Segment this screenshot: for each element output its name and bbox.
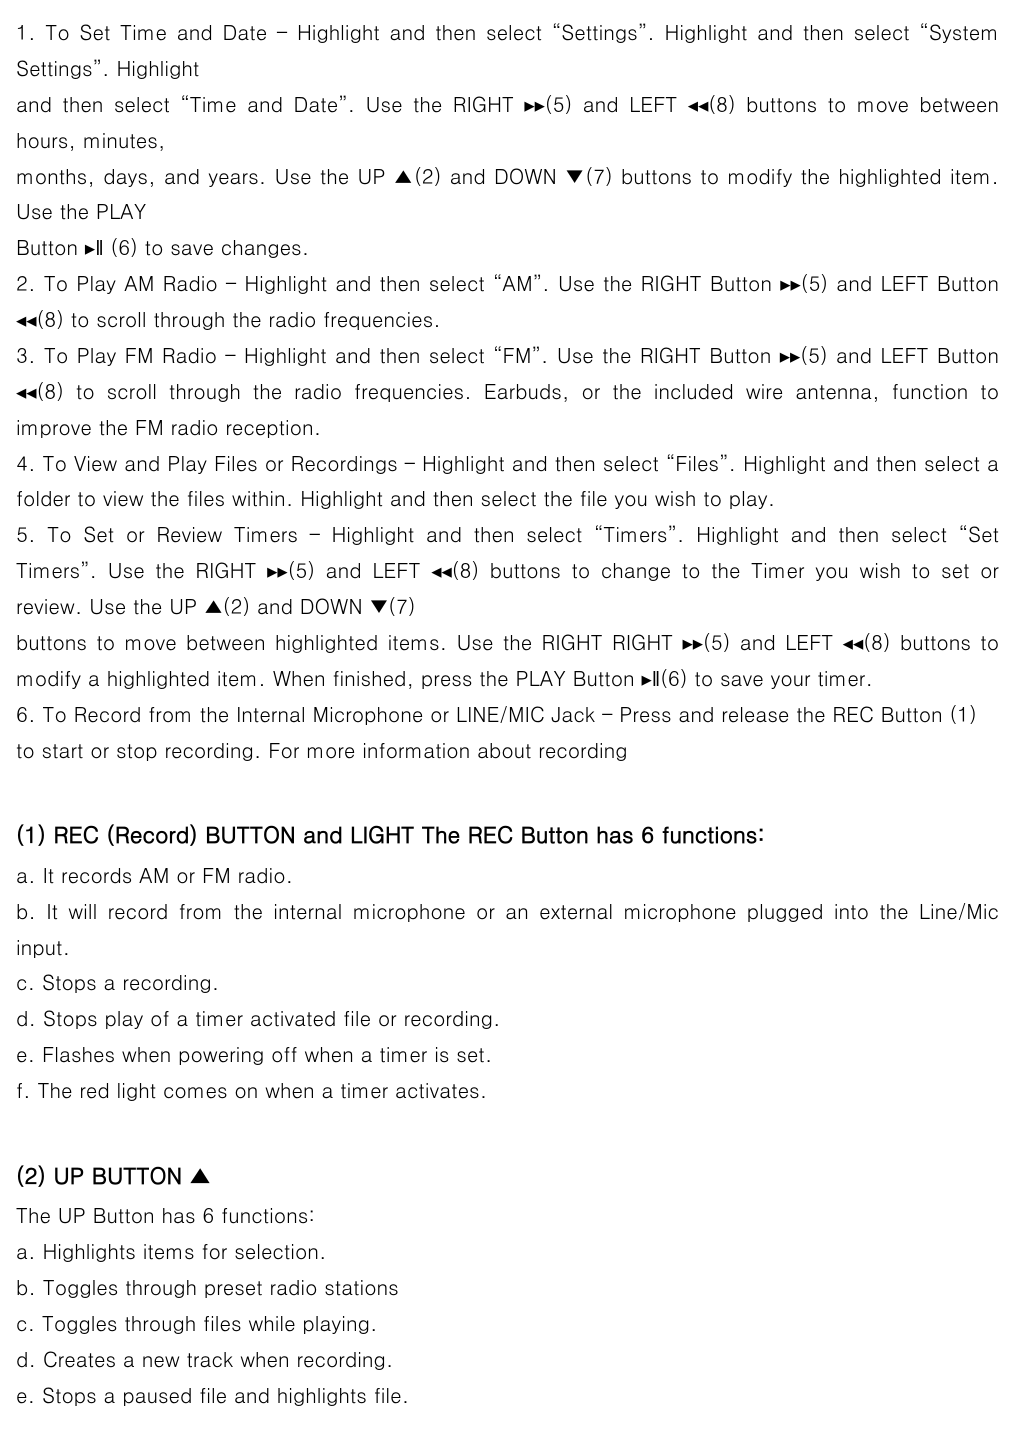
instruction-1-line2: and then select “Time and Date”. Use the… (16, 86, 999, 158)
instruction-1-line4: Button ▸‖ (6) to save changes. (16, 229, 999, 265)
instruction-6: 6. To Record from the Internal Microphon… (16, 696, 999, 768)
section-1-heading: (1) REC (Record) BUTTON and LIGHT The RE… (16, 815, 999, 854)
section-2-item-a: a. Highlights items for selection. (16, 1233, 999, 1269)
instruction-3: 3. To Play FM Radio – Highlight and then… (16, 337, 999, 445)
section-1-item-e: e. Flashes when powering off when a time… (16, 1036, 999, 1072)
section-2-item-e: e. Stops a paused file and highlights fi… (16, 1377, 999, 1413)
instruction-1-line1: 1. To Set Time and Date – Highlight and … (16, 14, 999, 86)
section-2-item-c: c. Toggles through files while playing. (16, 1305, 999, 1341)
section-1-item-c: c. Stops a recording. (16, 964, 999, 1000)
section-2-heading: (2) UP BUTTON ▲ (16, 1156, 999, 1195)
section-2-intro: The UP Button has 6 functions: (16, 1197, 999, 1233)
section-1-item-f: f. The red light comes on when a timer a… (16, 1072, 999, 1108)
section-2-item-d: d. Creates a new track when recording. (16, 1341, 999, 1377)
instruction-5-part1: 5. To Set or Review Timers – Highlight a… (16, 516, 999, 624)
spacer (16, 767, 999, 785)
section-2-item-b: b. Toggles through preset radio stations (16, 1269, 999, 1305)
instruction-2: 2. To Play AM Radio – Highlight and then… (16, 265, 999, 337)
instruction-5-part2: buttons to move between highlighted item… (16, 624, 999, 696)
instruction-1-line3: months, days, and years. Use the UP ▲(2)… (16, 158, 999, 230)
spacer (16, 1108, 999, 1126)
section-1-item-b: b. It will record from the internal micr… (16, 893, 999, 965)
instruction-4: 4. To View and Play Files or Recordings … (16, 445, 999, 517)
section-1-item-a: a. It records AM or FM radio. (16, 857, 999, 893)
section-1-item-d: d. Stops play of a timer activated file … (16, 1000, 999, 1036)
